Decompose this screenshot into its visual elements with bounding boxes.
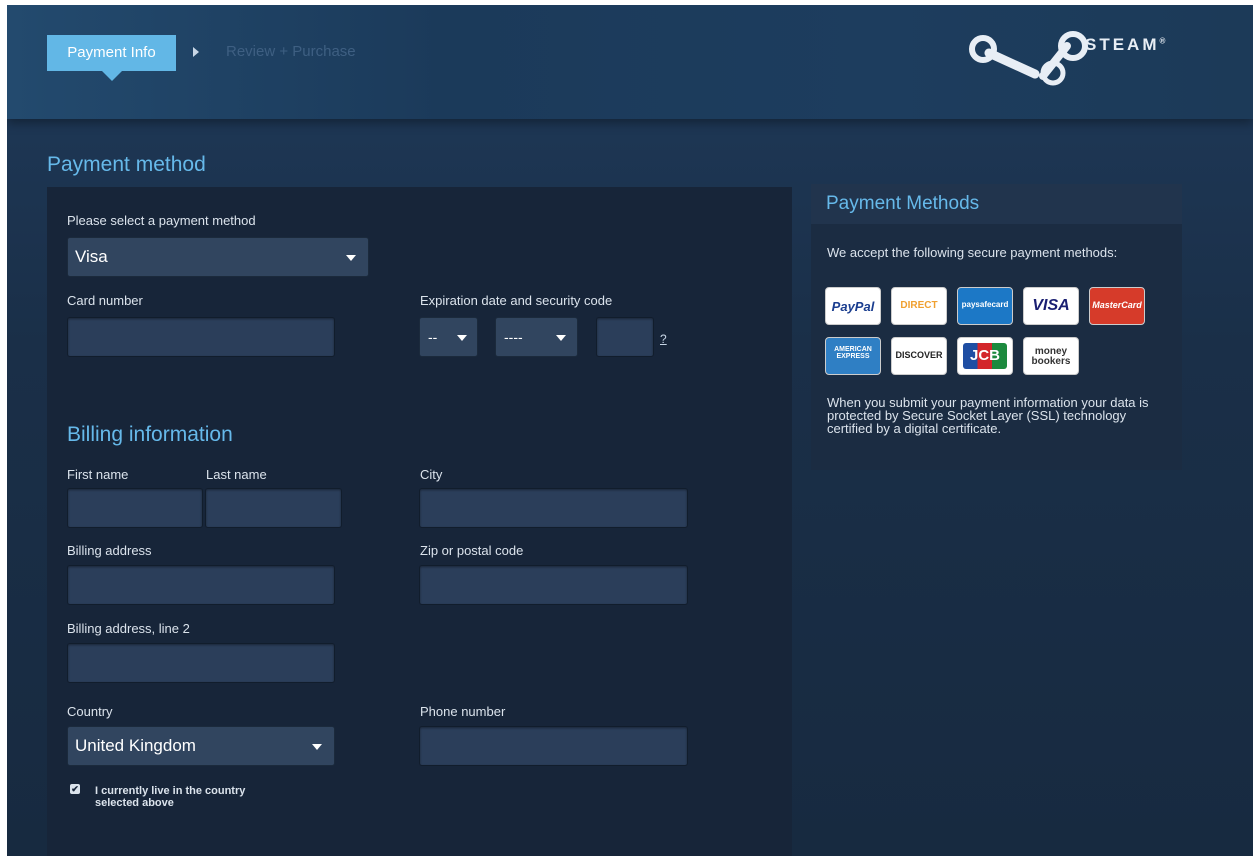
billing-information-heading: Billing information bbox=[67, 423, 233, 446]
jcb-text: JCB bbox=[963, 343, 1007, 369]
expiry-month-value: -- bbox=[428, 329, 438, 345]
paysafe-text: paysafecard bbox=[961, 300, 1009, 309]
first-name-input[interactable] bbox=[67, 488, 203, 528]
last-name-label: Last name bbox=[206, 467, 267, 482]
city-label: City bbox=[420, 467, 443, 482]
visa-text: VISA bbox=[1032, 297, 1070, 314]
chevron-down-icon bbox=[457, 335, 467, 341]
paypal-text: PayPal bbox=[831, 299, 875, 314]
moneybookers-text-2: bookers bbox=[1031, 356, 1071, 367]
security-code-help-link[interactable]: ? bbox=[660, 332, 667, 346]
chevron-down-icon bbox=[312, 744, 322, 750]
billing-address-2-label: Billing address, line 2 bbox=[67, 621, 190, 636]
expiry-label: Expiration date and security code bbox=[420, 293, 613, 308]
residence-checkbox[interactable]: ✔ bbox=[70, 784, 80, 794]
residence-checkbox-label: I currently live in the country selected… bbox=[95, 785, 246, 809]
step-review-purchase[interactable]: Review + Purchase bbox=[226, 43, 356, 60]
card-number-label: Card number bbox=[67, 293, 143, 308]
direct-text: DIRECT bbox=[900, 300, 938, 311]
billing-address-2-input[interactable] bbox=[67, 643, 335, 683]
sidebar-title: Payment Methods bbox=[826, 193, 980, 214]
amex-text-2: EXPRESS bbox=[836, 353, 870, 360]
checkout-header: Payment Info Review + Purchase STEAM® bbox=[7, 5, 1253, 119]
ssl-security-note: When you submit your payment information… bbox=[827, 395, 1149, 436]
last-name-input[interactable] bbox=[205, 488, 342, 528]
mastercard-logo-icon: MasterCard bbox=[1089, 287, 1145, 325]
steam-wordmark: STEAM® bbox=[1085, 35, 1168, 55]
discover-logo-icon: DISCOVER bbox=[891, 337, 947, 375]
sidebar-header: Payment Methods bbox=[811, 184, 1182, 224]
security-code-input[interactable] bbox=[596, 317, 654, 357]
zip-input[interactable] bbox=[419, 565, 688, 605]
direct-debit-logo-icon: DIRECT bbox=[891, 287, 947, 325]
discover-text: DISCOVER bbox=[895, 350, 943, 360]
billing-address-input[interactable] bbox=[67, 565, 335, 605]
chevron-down-icon bbox=[556, 335, 566, 341]
payment-method-label: Please select a payment method bbox=[67, 213, 256, 228]
paysafecard-logo-icon: paysafecard bbox=[957, 287, 1013, 325]
amex-text-1: AMERICAN bbox=[834, 346, 872, 353]
card-number-input[interactable] bbox=[67, 317, 335, 357]
amex-logo-icon: AMERICAN EXPRESS bbox=[825, 337, 881, 375]
city-input[interactable] bbox=[419, 488, 688, 528]
billing-address-label: Billing address bbox=[67, 543, 152, 558]
chevron-down-icon bbox=[346, 255, 356, 261]
paypal-logo-icon: PayPal bbox=[825, 287, 881, 325]
payment-methods-sidebar: Payment Methods We accept the following … bbox=[811, 184, 1182, 470]
first-name-label: First name bbox=[67, 467, 129, 482]
payment-method-value: Visa bbox=[75, 247, 108, 266]
checkout-page: Payment Info Review + Purchase STEAM® Pa… bbox=[7, 5, 1253, 856]
payment-method-heading: Payment method bbox=[47, 153, 206, 176]
expiry-month-select[interactable]: -- bbox=[419, 317, 478, 357]
phone-label: Phone number bbox=[420, 704, 506, 719]
sidebar-intro: We accept the following secure payment m… bbox=[827, 245, 1118, 260]
phone-input[interactable] bbox=[419, 726, 688, 766]
moneybookers-logo-icon: money bookers bbox=[1023, 337, 1079, 375]
country-label: Country bbox=[67, 704, 113, 719]
expiry-year-select[interactable]: ---- bbox=[495, 317, 578, 357]
country-select[interactable]: United Kingdom bbox=[67, 726, 335, 766]
brand-name: STEAM bbox=[1085, 35, 1160, 54]
country-value: United Kingdom bbox=[75, 736, 196, 755]
step-payment-info[interactable]: Payment Info bbox=[47, 35, 176, 81]
brand-mark: ® bbox=[1159, 36, 1169, 46]
step-arrow-icon bbox=[193, 47, 199, 57]
expiry-year-value: ---- bbox=[504, 329, 523, 345]
visa-logo-icon: VISA bbox=[1023, 287, 1079, 325]
mastercard-text: MasterCard bbox=[1092, 300, 1142, 310]
jcb-logo-icon: JCB bbox=[957, 337, 1013, 375]
payment-method-select[interactable]: Visa bbox=[67, 237, 369, 277]
zip-label: Zip or postal code bbox=[420, 543, 524, 558]
